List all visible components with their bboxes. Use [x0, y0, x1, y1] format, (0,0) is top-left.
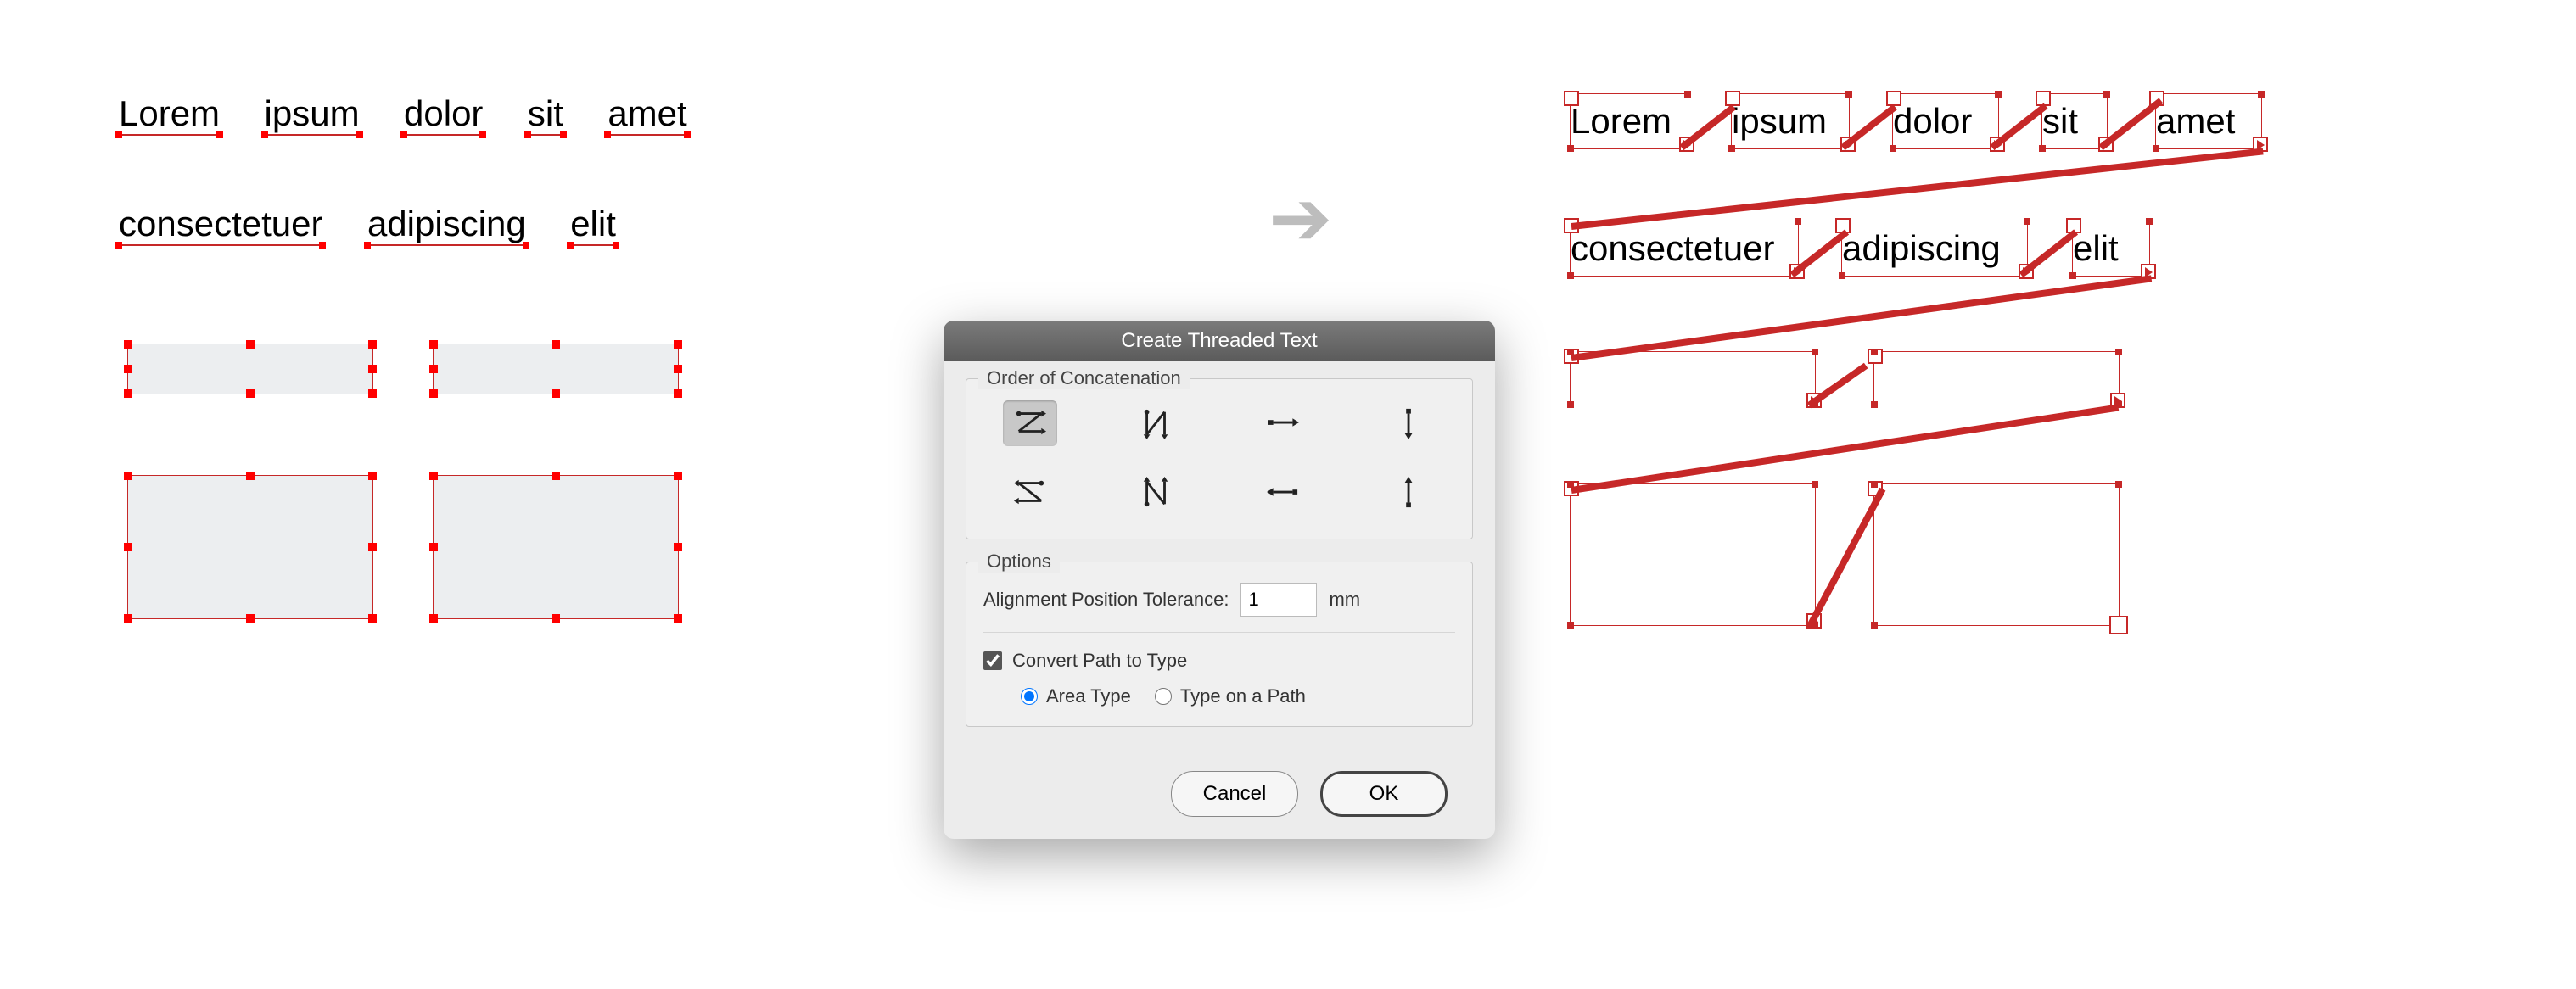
- order-tb-button[interactable]: [1382, 400, 1436, 446]
- tolerance-input[interactable]: [1240, 583, 1317, 617]
- text-row: Lorem ipsum dolor sit amet: [119, 93, 728, 136]
- options-group: Options Alignment Position Tolerance: mm…: [966, 562, 1473, 727]
- thread-link-icon: [1571, 405, 2119, 494]
- threaded-text-frame[interactable]: [1570, 351, 1816, 405]
- selected-path[interactable]: [433, 344, 679, 394]
- area-type-radio-label[interactable]: Area Type: [1021, 685, 1131, 707]
- selected-path[interactable]: [433, 475, 679, 619]
- order-z-lr-tb-button[interactable]: [1003, 400, 1057, 446]
- threaded-text-frame[interactable]: ipsum: [1731, 93, 1850, 149]
- selected-path[interactable]: [127, 475, 373, 619]
- threaded-text-frame[interactable]: [1873, 483, 2120, 626]
- before-panel: Lorem ipsum dolor sit amet consectetuer …: [119, 93, 728, 314]
- convert-label: Convert Path to Type: [1012, 650, 1187, 672]
- point-text[interactable]: elit: [570, 204, 616, 246]
- threaded-text-frame[interactable]: elit: [2072, 221, 2150, 277]
- point-text[interactable]: dolor: [404, 93, 483, 136]
- point-text[interactable]: adipiscing: [367, 204, 526, 246]
- thread-link-icon: [1571, 148, 2264, 230]
- order-bt-button[interactable]: [1382, 470, 1436, 516]
- threaded-text-frame[interactable]: [1570, 483, 1816, 626]
- point-text[interactable]: sit: [528, 93, 563, 136]
- point-text[interactable]: ipsum: [265, 93, 360, 136]
- tolerance-label: Alignment Position Tolerance:: [983, 589, 1229, 611]
- point-text[interactable]: amet: [608, 93, 686, 136]
- threaded-text-frame[interactable]: consectetuer: [1570, 221, 1799, 277]
- point-text[interactable]: consectetuer: [119, 204, 322, 246]
- create-threaded-text-dialog: Create Threaded Text Order of Concatenat…: [944, 321, 1495, 839]
- in-port-icon[interactable]: [1725, 91, 1740, 106]
- order-reverse-z-button[interactable]: [1003, 470, 1057, 516]
- area-type-radio[interactable]: [1021, 688, 1038, 705]
- ok-button[interactable]: OK: [1320, 771, 1448, 817]
- order-of-concatenation-group: Order of Concatenation: [966, 378, 1473, 539]
- order-n-tb-lr-button[interactable]: [1129, 400, 1184, 446]
- threaded-text-frame[interactable]: Lorem: [1570, 93, 1688, 149]
- selected-path[interactable]: [127, 344, 373, 394]
- thread-link-icon: [2099, 98, 2164, 150]
- group-label: Order of Concatenation: [978, 367, 1190, 389]
- cancel-button[interactable]: Cancel: [1171, 771, 1298, 817]
- order-lr-button[interactable]: [1256, 400, 1310, 446]
- thread-link-icon: [1807, 363, 1868, 409]
- order-reverse-n-button[interactable]: [1129, 470, 1184, 516]
- threaded-text-frame[interactable]: sit: [2041, 93, 2108, 149]
- result-arrow-icon: ➔: [1268, 174, 1332, 263]
- group-label: Options: [978, 550, 1060, 573]
- threaded-text-frame[interactable]: adipiscing: [1841, 221, 2028, 277]
- type-on-path-radio-label[interactable]: Type on a Path: [1155, 685, 1306, 707]
- text-row: consectetuer adipiscing elit: [119, 204, 728, 246]
- in-port-icon[interactable]: [1564, 91, 1579, 106]
- order-rl-button[interactable]: [1256, 470, 1310, 516]
- dialog-title: Create Threaded Text: [944, 321, 1495, 361]
- threaded-text-frame[interactable]: dolor: [1892, 93, 1999, 149]
- point-text[interactable]: Lorem: [119, 93, 220, 136]
- tolerance-unit: mm: [1329, 589, 1360, 611]
- in-port-icon[interactable]: [1886, 91, 1901, 106]
- convert-path-to-type-checkbox[interactable]: [983, 651, 1002, 670]
- threaded-text-frame[interactable]: [1873, 351, 2120, 405]
- thread-link-icon: [1571, 275, 2152, 361]
- type-on-path-radio[interactable]: [1155, 688, 1172, 705]
- overflow-indicator-icon[interactable]: [2109, 616, 2128, 634]
- threaded-text-frame[interactable]: amet: [2155, 93, 2262, 149]
